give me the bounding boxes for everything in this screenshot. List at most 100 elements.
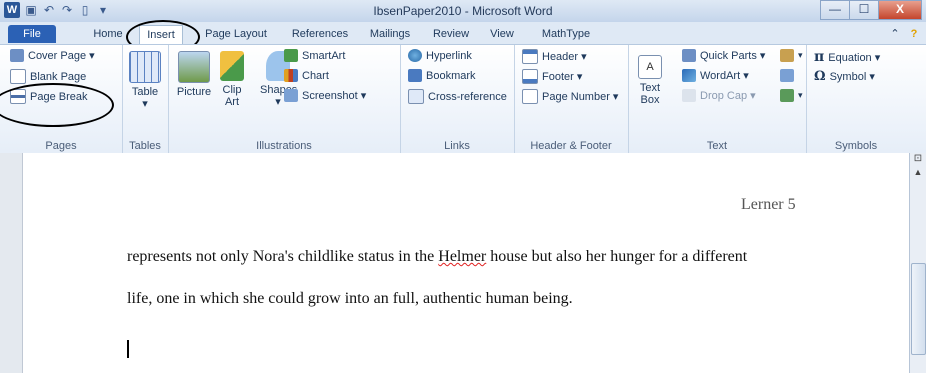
screenshot-icon — [284, 89, 298, 102]
page-number-icon — [522, 89, 538, 104]
footer-icon — [522, 69, 538, 84]
group-header-footer: Header ▾ Footer ▾ Page Number ▾ Header &… — [514, 45, 629, 153]
tab-mathtype[interactable]: MathType — [534, 25, 598, 43]
group-illustrations: Picture Clip Art Shapes ▾ SmartArt Chart… — [168, 45, 401, 153]
close-button[interactable]: X — [878, 0, 922, 20]
page-number-button[interactable]: Page Number ▾ — [522, 89, 618, 104]
cross-reference-label: Cross-reference — [428, 90, 507, 103]
blank-page-icon — [10, 69, 26, 84]
drop-cap-button[interactable]: Drop Cap ▾ — [682, 89, 756, 102]
quick-parts-icon — [682, 49, 696, 62]
object-button[interactable]: ▾ — [780, 89, 803, 102]
document-page[interactable]: Lerner 5 represents not only Nora's chil… — [22, 153, 911, 373]
cover-page-label: Cover Page ▾ — [28, 50, 95, 62]
document-area: Lerner 5 represents not only Nora's chil… — [0, 153, 926, 373]
cross-reference-button[interactable]: Cross-reference — [408, 89, 507, 104]
table-dropdown-icon: ▾ — [142, 98, 148, 110]
help-icon[interactable]: ? — [906, 25, 922, 43]
chart-icon — [284, 69, 298, 82]
picture-label: Picture — [176, 86, 212, 98]
body-line-1: represents not only Nora's childlike sta… — [127, 248, 747, 266]
text-box-button[interactable]: A Text Box — [634, 55, 666, 106]
drop-cap-icon — [682, 89, 696, 102]
tab-view[interactable]: View — [482, 25, 522, 43]
scroll-up-icon[interactable]: ▲ — [910, 167, 926, 181]
body-line-1-part-c: house but also her hunger for a differen… — [486, 248, 748, 265]
object-icon — [780, 89, 794, 102]
smartart-button[interactable]: SmartArt — [284, 49, 345, 62]
tab-page-layout[interactable]: Page Layout — [196, 25, 276, 43]
group-label-symbols: Symbols — [834, 140, 878, 152]
drop-cap-label: Drop Cap ▾ — [700, 90, 756, 102]
smartart-label: SmartArt — [302, 49, 346, 62]
scroll-thumb[interactable] — [911, 263, 926, 355]
blank-page-label: Blank Page — [30, 70, 87, 83]
group-symbols: π Equation ▾ Ω Symbol ▾ Symbols — [806, 45, 906, 153]
hyperlink-label: Hyperlink — [426, 49, 472, 62]
symbol-button[interactable]: Ω Symbol ▾ — [814, 69, 875, 84]
screenshot-button[interactable]: Screenshot ▾ — [284, 89, 366, 102]
minimize-button[interactable]: — — [820, 0, 850, 20]
text-box-icon: A — [638, 55, 662, 79]
table-icon — [129, 51, 161, 83]
spelling-error-word: Helmer — [438, 248, 487, 265]
text-box-label: Text Box — [639, 82, 661, 106]
page-header-text: Lerner 5 — [741, 196, 796, 213]
symbol-label: Symbol ▾ — [829, 71, 875, 83]
clip-art-icon — [220, 51, 244, 81]
group-label-text: Text — [706, 140, 728, 152]
vertical-scrollbar[interactable]: ⊡ ▲ — [909, 153, 926, 373]
footer-button[interactable]: Footer ▾ — [522, 69, 582, 84]
tab-file[interactable]: File — [8, 25, 56, 43]
body-line-1-part-a: represents not only Nora's childlike sta… — [127, 248, 439, 265]
wordart-label: WordArt ▾ — [700, 70, 749, 82]
text-cursor — [127, 340, 129, 358]
equation-button[interactable]: π Equation ▾ — [814, 49, 880, 65]
tab-review[interactable]: Review — [426, 25, 476, 43]
collapse-ribbon-icon[interactable]: ⌃ — [888, 25, 902, 43]
tab-references[interactable]: References — [283, 25, 357, 43]
tab-mailings[interactable]: Mailings — [362, 25, 418, 43]
window-title: IbsenPaper2010 - Microsoft Word — [373, 4, 553, 18]
table-label: Table — [131, 86, 159, 98]
hyperlink-button[interactable]: Hyperlink — [408, 49, 472, 62]
header-label: Header ▾ — [542, 51, 587, 63]
tab-home[interactable]: Home — [88, 25, 128, 43]
ruler-toggle-icon[interactable]: ⊡ — [910, 153, 926, 167]
body-line-2: life, one in which she could grow into a… — [127, 290, 573, 307]
ribbon: Cover Page ▾ Blank Page Page Break Pages… — [0, 44, 926, 154]
quick-parts-button[interactable]: Quick Parts ▾ — [682, 49, 765, 62]
chart-label: Chart — [302, 69, 329, 82]
bookmark-label: Bookmark — [426, 69, 476, 82]
table-button[interactable]: Table ▾ — [128, 51, 162, 110]
maximize-button[interactable]: ☐ — [849, 0, 879, 20]
picture-button[interactable]: Picture — [174, 51, 214, 98]
footer-label: Footer ▾ — [542, 71, 583, 83]
group-tables: Table ▾ Tables — [122, 45, 169, 153]
header-button[interactable]: Header ▾ — [522, 49, 587, 64]
header-icon — [522, 49, 538, 64]
group-label-tables: Tables — [129, 140, 161, 152]
group-label-header-footer: Header & Footer — [530, 140, 612, 152]
signature-line-icon — [780, 49, 794, 62]
window-controls: — ☐ X — [820, 0, 922, 20]
wordart-icon — [682, 69, 696, 82]
page-number-label: Page Number ▾ — [542, 91, 619, 103]
signature-line-button[interactable]: ▾ — [780, 49, 803, 62]
date-time-button[interactable] — [780, 69, 794, 82]
quick-parts-label: Quick Parts ▾ — [700, 50, 766, 62]
bookmark-button[interactable]: Bookmark — [408, 69, 476, 82]
cross-reference-icon — [408, 89, 424, 104]
chart-button[interactable]: Chart — [284, 69, 329, 82]
smartart-icon — [284, 49, 298, 62]
clip-art-label: Clip Art — [222, 84, 242, 108]
blank-page-button[interactable]: Blank Page — [10, 69, 86, 84]
title-bar: W ▣ ↶ ↷ ▯ ▾ IbsenPaper2010 - Microsoft W… — [0, 0, 926, 23]
screenshot-label: Screenshot ▾ — [302, 90, 367, 102]
wordart-button[interactable]: WordArt ▾ — [682, 69, 749, 82]
picture-icon — [178, 51, 210, 83]
clip-art-button[interactable]: Clip Art — [218, 51, 246, 108]
group-label-pages: Pages — [45, 140, 77, 152]
cover-page-button[interactable]: Cover Page ▾ — [10, 49, 95, 62]
group-label-illustrations: Illustrations — [256, 140, 312, 152]
